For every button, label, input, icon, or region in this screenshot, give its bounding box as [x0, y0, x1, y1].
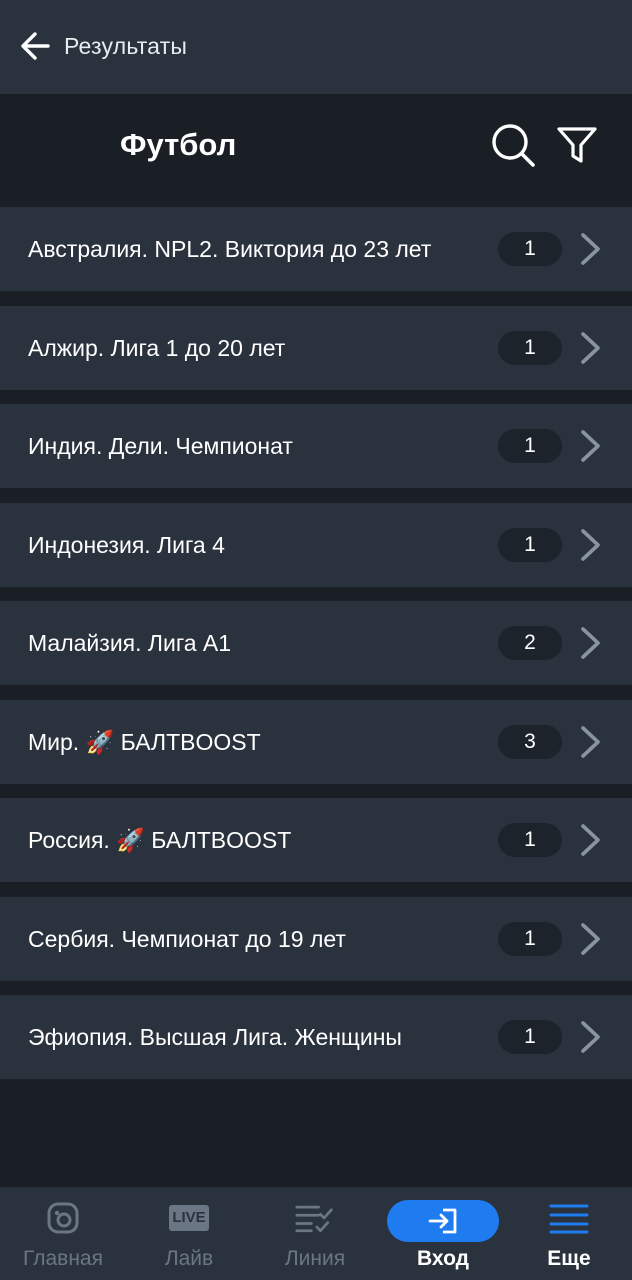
chevron-right-icon	[581, 922, 600, 955]
nav-live[interactable]: LIVE Лайв	[126, 1187, 252, 1280]
back-button[interactable]	[16, 26, 56, 66]
league-row[interactable]: Индия. Дели. Чемпионат 1	[0, 404, 632, 488]
nav-live-icon-wrap: LIVE	[169, 1201, 209, 1235]
event-count-badge: 1	[498, 232, 562, 266]
menu-list-icon	[549, 1204, 589, 1234]
league-name: Австралия. NPL2. Виктория до 23 лет	[28, 236, 432, 262]
league-name: Россия. 🚀 БАЛТBOOST	[28, 827, 292, 853]
sports-ball-icon	[47, 1202, 79, 1234]
league-row[interactable]: Малайзия. Лига A1 2	[0, 601, 632, 685]
event-count-badge: 1	[498, 823, 562, 857]
league-row[interactable]: Сербия. Чемпионат до 19 лет 1	[0, 896, 632, 981]
app-root: Результаты Футбол Австралия. NPL2. Викто…	[0, 0, 632, 1280]
nav-home-icon-wrap	[43, 1201, 83, 1235]
search-button[interactable]	[488, 120, 538, 170]
nav-home-label: Главная	[23, 1247, 103, 1270]
chevron-right-icon	[581, 331, 600, 364]
nav-live-label: Лайв	[164, 1247, 214, 1270]
login-button[interactable]	[387, 1200, 499, 1242]
chevron-right-icon	[581, 824, 600, 856]
chevron-right-icon	[581, 233, 600, 265]
league-row[interactable]: Россия. 🚀 БАЛТBOOST 1	[0, 798, 632, 882]
nav-line-label: Линия	[284, 1247, 346, 1270]
nav-more-label: Еще	[547, 1247, 591, 1270]
league-row[interactable]: Индонезия. Лига 4 1	[0, 502, 632, 587]
event-count-badge: 3	[498, 724, 562, 759]
filter-icon	[557, 127, 597, 163]
nav-line[interactable]: Линия	[252, 1187, 378, 1280]
chevron-right-icon	[581, 1021, 600, 1053]
login-icon	[428, 1208, 457, 1234]
league-name: Индия. Дели. Чемпионат	[28, 433, 293, 459]
chevron-right-icon	[581, 725, 600, 758]
league-name: Индонезия. Лига 4	[28, 531, 225, 558]
chevron-right-icon	[581, 528, 600, 561]
nav-login-label: Вход	[417, 1247, 469, 1270]
top-bar: Результаты	[0, 0, 632, 94]
league-list: Австралия. NPL2. Виктория до 23 лет 1 Ал…	[0, 207, 632, 1094]
nav-login[interactable]: Вход	[380, 1187, 506, 1280]
league-row[interactable]: Мир. 🚀 БАЛТBOOST 3	[0, 699, 632, 784]
event-count-badge: 1	[498, 429, 562, 463]
nav-more-icon-wrap	[549, 1201, 589, 1235]
live-icon: LIVE	[169, 1205, 209, 1231]
arrow-left-icon	[21, 32, 50, 60]
league-name: Алжир. Лига 1 до 20 лет	[28, 334, 286, 361]
bottom-nav: Главная LIVE Лайв Линия Вход Еще	[0, 1187, 632, 1280]
league-row[interactable]: Алжир. Лига 1 до 20 лет 1	[0, 305, 632, 390]
nav-line-icon-wrap	[295, 1201, 335, 1235]
event-count-badge: 1	[498, 527, 562, 562]
event-count-badge: 1	[498, 921, 562, 956]
event-count-badge: 1	[498, 330, 562, 365]
filter-button[interactable]	[552, 120, 602, 170]
event-count-badge: 2	[498, 626, 562, 660]
sport-title: Футбол	[120, 127, 237, 162]
league-row[interactable]: Эфиопия. Высшая Лига. Женщины 1	[0, 995, 632, 1079]
league-name: Эфиопия. Высшая Лига. Женщины	[28, 1024, 402, 1050]
page-title: Результаты	[64, 33, 188, 59]
nav-home[interactable]: Главная	[0, 1187, 126, 1280]
search-icon	[492, 124, 535, 167]
league-row[interactable]: Австралия. NPL2. Виктория до 23 лет 1	[0, 207, 632, 291]
event-count-badge: 1	[498, 1020, 562, 1054]
league-name: Мир. 🚀 БАЛТBOOST	[28, 728, 261, 755]
checklist-icon	[295, 1205, 333, 1233]
chevron-right-icon	[581, 627, 600, 659]
league-name: Сербия. Чемпионат до 19 лет	[28, 925, 346, 952]
nav-more[interactable]: Еще	[506, 1187, 632, 1280]
chevron-right-icon	[581, 430, 600, 462]
league-name: Малайзия. Лига A1	[28, 630, 232, 656]
